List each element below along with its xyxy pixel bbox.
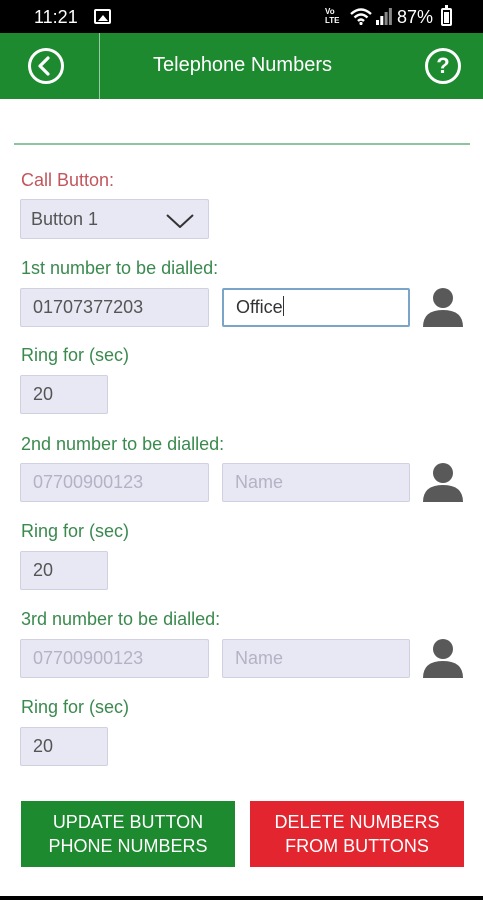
third-name-input[interactable]: Name	[222, 639, 410, 678]
status-bar: 11:21 Vo LTE 87%	[0, 0, 483, 33]
first-name-value: Office	[236, 297, 283, 317]
first-number-label: 1st number to be dialled:	[21, 258, 219, 278]
second-name-input[interactable]: Name	[222, 463, 410, 502]
first-ring-input[interactable]: 20	[20, 375, 108, 414]
page-title: Telephone Numbers	[153, 54, 332, 76]
first-number-input[interactable]: 01707377203	[20, 288, 209, 327]
wifi-icon	[350, 8, 372, 25]
first-ring-label: Ring for (sec)	[21, 345, 130, 365]
call-button-select[interactable]: Button 1	[20, 199, 209, 239]
third-ring-label: Ring for (sec)	[21, 697, 130, 717]
contact-icon[interactable]	[421, 460, 465, 504]
text-caret	[282, 296, 284, 316]
back-button[interactable]	[0, 33, 100, 99]
volte-icon: Vo LTE	[325, 7, 340, 25]
battery-percent: 87%	[397, 7, 434, 27]
third-ring-input[interactable]: 20	[20, 727, 108, 766]
third-number-input[interactable]: 07700900123	[20, 639, 209, 678]
second-ring-input[interactable]: 20	[20, 551, 108, 590]
signal-icon	[376, 8, 392, 25]
status-time: 11:21	[34, 7, 78, 27]
chevron-down-icon	[166, 214, 194, 228]
contact-icon[interactable]	[421, 636, 465, 680]
header-divider	[14, 143, 470, 145]
bottom-edge	[0, 896, 483, 900]
help-icon[interactable]: ?	[425, 48, 461, 84]
first-name-input[interactable]: Office	[222, 288, 410, 327]
second-number-input[interactable]: 07700900123	[20, 463, 209, 502]
third-number-label: 3rd number to be dialled:	[21, 609, 221, 629]
app-header: Telephone Numbers ?	[0, 33, 483, 99]
call-button-value: Button 1	[31, 209, 99, 229]
delete-button[interactable]: DELETE NUMBERS FROM BUTTONS	[250, 801, 464, 867]
second-ring-label: Ring for (sec)	[21, 521, 130, 541]
update-button[interactable]: UPDATE BUTTON PHONE NUMBERS	[21, 801, 235, 867]
contact-icon[interactable]	[421, 285, 465, 329]
gallery-icon	[94, 9, 111, 24]
battery-icon	[441, 5, 452, 26]
call-button-label: Call Button:	[21, 170, 115, 190]
back-arrow-icon	[28, 48, 64, 84]
second-number-label: 2nd number to be dialled:	[21, 434, 225, 454]
